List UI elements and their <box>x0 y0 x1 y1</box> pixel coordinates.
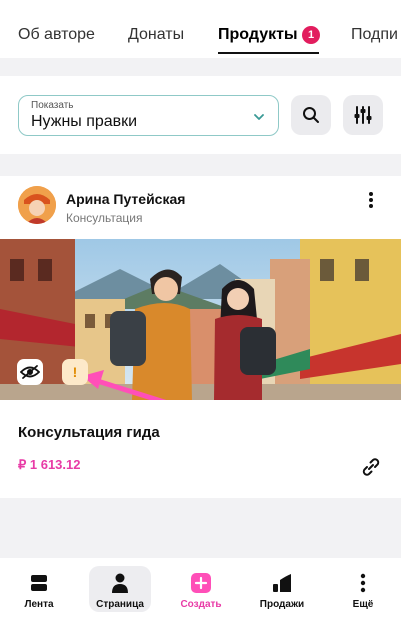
link-icon[interactable] <box>360 456 382 478</box>
tab-products[interactable]: Продукты <box>218 26 298 44</box>
more-vertical-icon <box>352 572 374 594</box>
nav-sales[interactable]: Продажи <box>251 566 313 612</box>
avatar[interactable] <box>18 186 56 224</box>
eye-hidden-icon <box>20 365 40 379</box>
status-filter-value: Нужны правки <box>31 113 138 130</box>
nav-create[interactable]: Создать <box>170 566 232 612</box>
nav-create-label: Создать <box>180 599 222 610</box>
active-tab-indicator <box>218 52 319 54</box>
nav-page[interactable]: Страница <box>89 566 151 612</box>
filter-bar: Показать Нужны правки <box>0 76 401 154</box>
tab-subscriptions[interactable]: Подпи <box>351 26 398 44</box>
profile-tabs: Об авторе Донаты Продукты 1 Подпи <box>0 0 401 58</box>
feed-icon <box>28 572 50 594</box>
more-options-icon[interactable] <box>362 190 380 210</box>
visibility-toggle[interactable] <box>17 359 43 385</box>
nav-feed-label: Лента <box>24 599 54 610</box>
tab-about[interactable]: Об авторе <box>18 26 95 44</box>
nav-more-label: Ещё <box>352 599 374 610</box>
sliders-icon <box>354 106 372 124</box>
products-count-badge: 1 <box>302 26 320 44</box>
status-filter-label: Показать <box>31 100 74 111</box>
status-filter-select[interactable]: Показать Нужны правки <box>18 95 279 136</box>
nav-more[interactable]: Ещё <box>332 566 394 612</box>
product-type: Консультация <box>66 211 143 225</box>
product-cover-image[interactable] <box>0 239 401 400</box>
nav-sales-label: Продажи <box>259 599 305 610</box>
product-price: ₽ 1 613.12 <box>18 457 81 472</box>
warning-icon: ! <box>72 364 78 380</box>
product-card[interactable]: Арина Путейская Консультация ! Консульта… <box>0 176 401 498</box>
needs-revision-badge[interactable]: ! <box>62 359 88 385</box>
search-icon <box>303 107 319 123</box>
search-button[interactable] <box>291 95 331 135</box>
tab-donations[interactable]: Донаты <box>128 26 184 44</box>
nav-page-label: Страница <box>96 599 144 610</box>
product-title[interactable]: Консультация гида <box>18 424 160 441</box>
plus-icon <box>190 572 212 594</box>
chevron-down-icon <box>254 114 264 120</box>
sales-chart-icon <box>271 572 293 594</box>
author-name[interactable]: Арина Путейская <box>66 191 185 207</box>
profile-icon <box>109 572 131 594</box>
filter-settings-button[interactable] <box>343 95 383 135</box>
nav-feed[interactable]: Лента <box>8 566 70 612</box>
bottom-navigation: Лента Страница Создать Продажи Ещё <box>0 558 401 617</box>
